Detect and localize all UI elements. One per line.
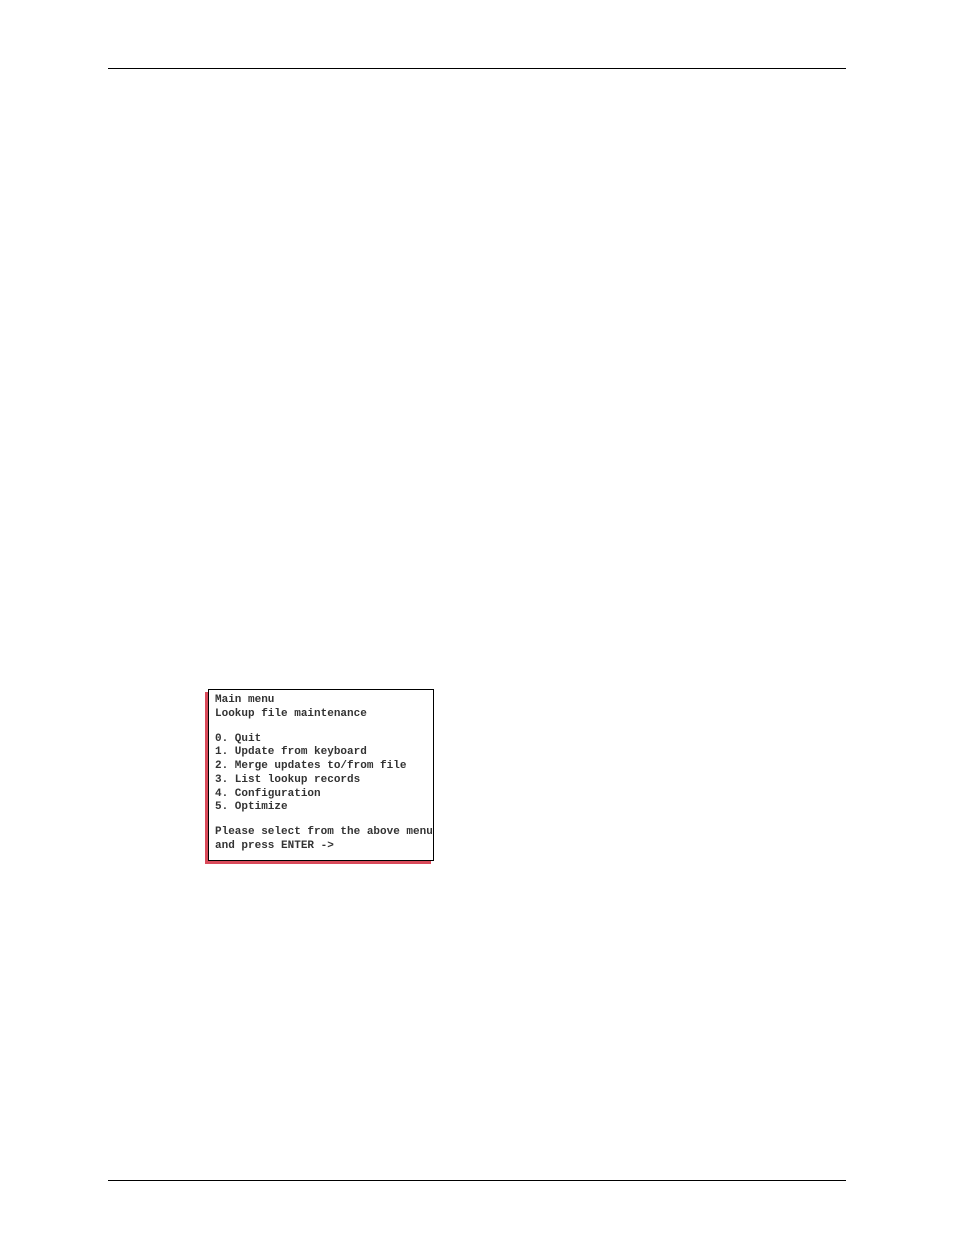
menu-prompt-line1: Please select from the above menu bbox=[215, 826, 427, 840]
page-footer bbox=[108, 1180, 846, 1187]
menu-prompt-line2[interactable]: and press ENTER -> bbox=[215, 840, 427, 854]
page-body: Main menu Lookup file maintenance 0. Qui… bbox=[108, 689, 846, 861]
menu-item-0[interactable]: 0. Quit bbox=[215, 733, 427, 747]
menu-subtitle: Lookup file maintenance bbox=[215, 708, 427, 722]
terminal-menu: Main menu Lookup file maintenance 0. Qui… bbox=[208, 689, 434, 861]
menu-item-4[interactable]: 4. Configuration bbox=[215, 788, 427, 802]
blank-line bbox=[215, 815, 427, 826]
menu-item-2[interactable]: 2. Merge updates to/from file bbox=[215, 760, 427, 774]
menu-title: Main menu bbox=[215, 694, 427, 708]
menu-item-5[interactable]: 5. Optimize bbox=[215, 801, 427, 815]
footer-rule bbox=[108, 1180, 846, 1181]
document-page: Main menu Lookup file maintenance 0. Qui… bbox=[0, 0, 954, 1235]
header-rule bbox=[108, 68, 846, 69]
blank-line bbox=[215, 722, 427, 733]
menu-item-3[interactable]: 3. List lookup records bbox=[215, 774, 427, 788]
menu-item-1[interactable]: 1. Update from keyboard bbox=[215, 746, 427, 760]
menu-box: Main menu Lookup file maintenance 0. Qui… bbox=[208, 689, 434, 861]
page-header bbox=[108, 68, 846, 69]
